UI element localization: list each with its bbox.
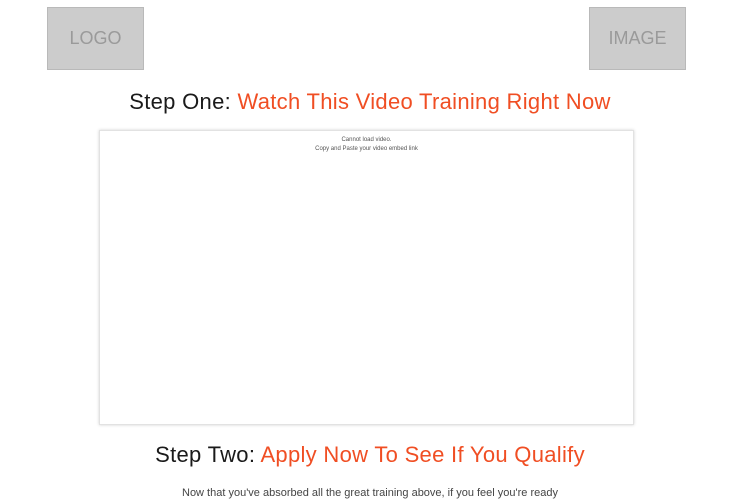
step-one-headline: Step One: Watch This Video Training Righ…	[0, 89, 740, 115]
image-label: IMAGE	[608, 28, 667, 48]
step-one-title: Watch This Video Training Right Now	[237, 89, 611, 114]
video-error-message: Cannot load video.	[341, 137, 392, 143]
page: LOGO IMAGE Step One: Watch This Video Tr…	[0, 0, 740, 500]
step-two-prefix: Step Two:	[155, 442, 256, 467]
step-two-title: Apply Now To See If You Qualify	[260, 442, 585, 467]
step-one-prefix: Step One:	[129, 89, 232, 114]
video-embed[interactable]: Cannot load video. Copy and Paste your v…	[99, 130, 634, 425]
logo-label: LOGO	[69, 28, 122, 48]
video-embed-hint: Copy and Paste your video embed link	[315, 146, 418, 152]
image-placeholder: IMAGE	[589, 7, 686, 70]
body-paragraph: Now that you've absorbed all the great t…	[182, 487, 558, 499]
logo-placeholder: LOGO	[47, 7, 144, 70]
step-two-headline: Step Two: Apply Now To See If You Qualif…	[0, 442, 740, 468]
